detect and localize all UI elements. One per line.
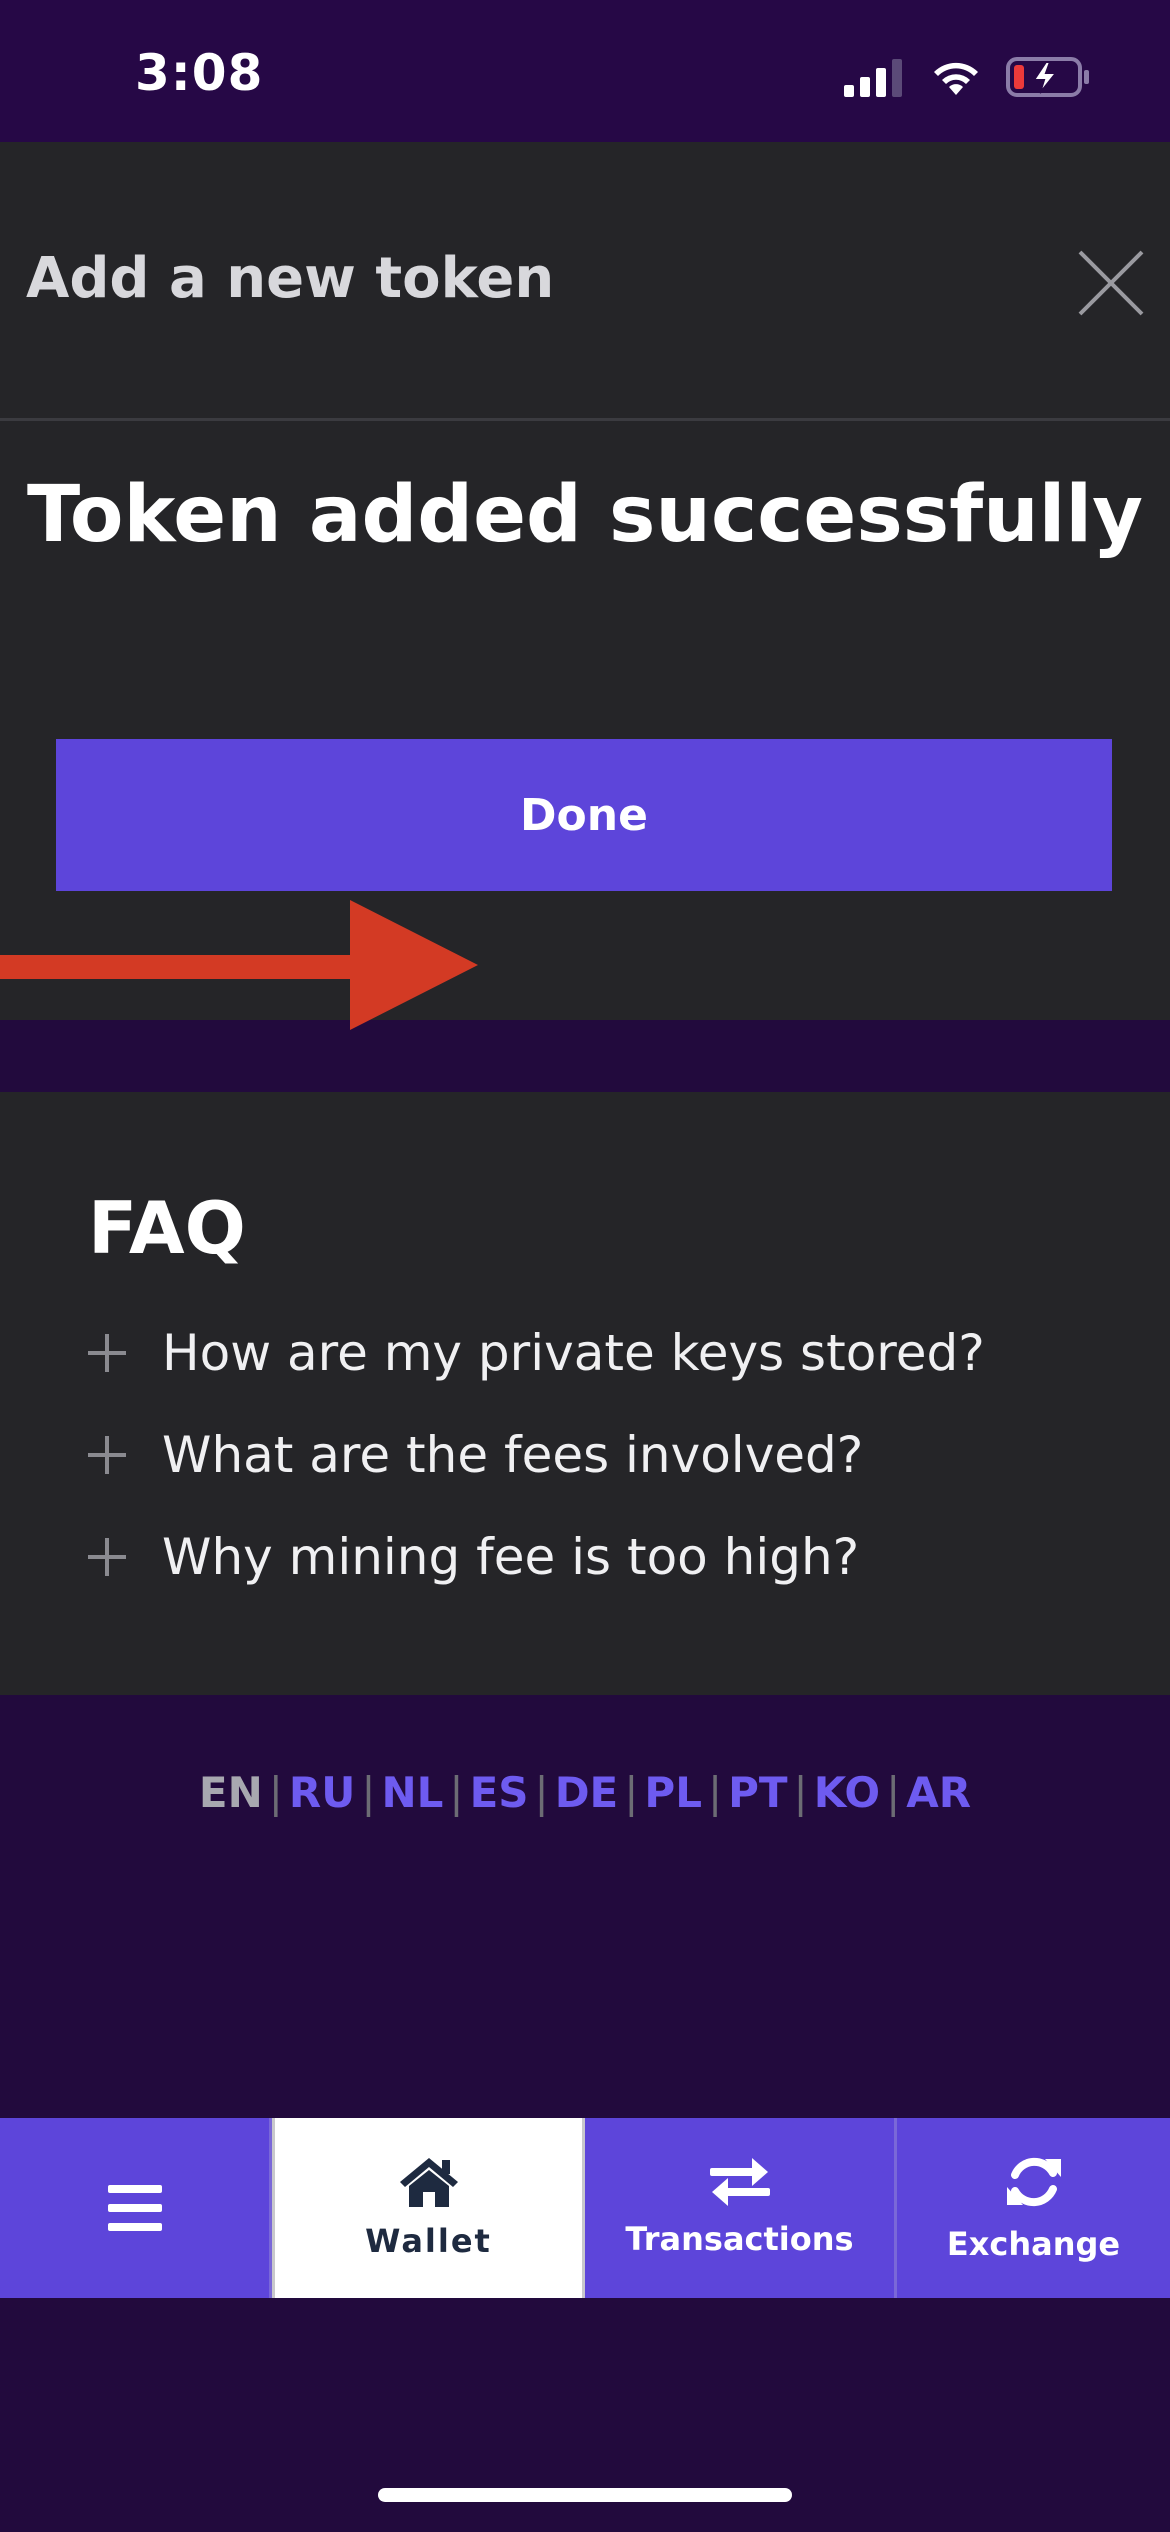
faq-item[interactable]: What are the fees involved? (88, 1404, 985, 1506)
home-indicator (378, 2488, 792, 2502)
nav-wallet-tab[interactable]: Wallet (272, 2118, 585, 2298)
lang-en[interactable]: EN (199, 1768, 263, 1817)
success-message: Token added successfully (27, 470, 1143, 560)
cellular-signal-icon (844, 59, 902, 97)
close-button[interactable] (1076, 248, 1146, 318)
separator: | (449, 1768, 464, 1817)
hamburger-menu-icon (107, 2185, 162, 2231)
nav-label: Wallet (365, 2222, 492, 2260)
nav-menu-button[interactable] (0, 2118, 272, 2298)
plus-icon (88, 1538, 126, 1576)
separator: | (361, 1768, 376, 1817)
transfer-arrows-icon (709, 2158, 770, 2206)
language-selector: EN | RU | NL | ES | DE | PL | PT | KO | AR (0, 1768, 1170, 1817)
wifi-icon (934, 62, 978, 95)
lang-pl[interactable]: PL (644, 1768, 702, 1817)
lang-ar[interactable]: AR (906, 1768, 971, 1817)
close-icon (1078, 250, 1144, 316)
lang-ru[interactable]: RU (289, 1768, 355, 1817)
faq-section: FAQ How are my private keys stored? What… (0, 1092, 1170, 1695)
faq-item[interactable]: How are my private keys stored? (88, 1302, 985, 1404)
faq-title: FAQ (88, 1186, 246, 1270)
faq-question: How are my private keys stored? (162, 1324, 985, 1382)
plus-icon (88, 1334, 126, 1372)
nav-exchange-tab[interactable]: Exchange (897, 2118, 1170, 2298)
lang-es[interactable]: ES (470, 1768, 529, 1817)
faq-question: Why mining fee is too high? (162, 1528, 860, 1586)
plus-icon (88, 1436, 126, 1474)
faq-question: What are the fees involved? (162, 1426, 864, 1484)
faq-item[interactable]: Why mining fee is too high? (88, 1506, 985, 1608)
lang-pt[interactable]: PT (728, 1768, 787, 1817)
add-token-modal: Add a new token Token added successfully… (0, 142, 1170, 1030)
lang-nl[interactable]: NL (382, 1768, 444, 1817)
battery-charging-icon (1006, 57, 1089, 97)
done-button[interactable]: Done (56, 739, 1112, 891)
lang-ko[interactable]: KO (814, 1768, 880, 1817)
refresh-icon (1006, 2157, 1061, 2207)
nav-label: Exchange (946, 2225, 1121, 2263)
separator: | (707, 1768, 723, 1817)
bottom-nav: Wallet Transactions Exchange (0, 2118, 1170, 2298)
status-icons (844, 52, 1090, 102)
separator: | (268, 1768, 283, 1817)
modal-header: Add a new token (0, 142, 1170, 421)
nav-label: Transactions (625, 2220, 854, 2258)
annotation-arrow-icon (0, 900, 478, 1030)
separator: | (793, 1768, 808, 1817)
separator: | (886, 1768, 901, 1817)
home-icon (399, 2158, 458, 2207)
status-bar: 3:08 (0, 0, 1170, 142)
separator: | (534, 1768, 549, 1817)
modal-title: Add a new token (26, 246, 555, 311)
faq-list: How are my private keys stored? What are… (88, 1302, 985, 1608)
separator: | (624, 1768, 639, 1817)
status-time: 3:08 (135, 44, 264, 102)
nav-transactions-tab[interactable]: Transactions (585, 2118, 897, 2298)
lang-de[interactable]: DE (555, 1768, 619, 1817)
